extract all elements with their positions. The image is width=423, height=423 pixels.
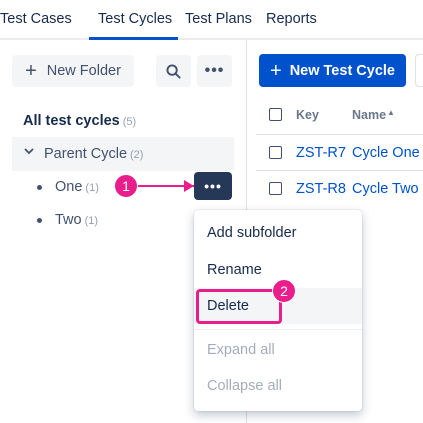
parent-cycle-count: (2) — [130, 149, 144, 161]
more-options-button[interactable]: ••• — [197, 55, 232, 87]
chevron-down-icon[interactable] — [24, 146, 34, 156]
all-test-cycles-count: (5) — [122, 116, 137, 128]
cycle-name-link[interactable]: Cycle Two — [352, 181, 419, 197]
delete-highlight-box — [196, 289, 282, 324]
folder-actions-button[interactable]: ••• — [194, 172, 232, 200]
sort-ascending-icon: ▲ — [387, 108, 395, 117]
tree-item-one-label[interactable]: One (1) — [55, 179, 99, 195]
more-icon: ••• — [204, 178, 222, 194]
tree-item-two-name: Two — [55, 212, 82, 228]
bullet-icon — [37, 218, 42, 223]
search-button[interactable] — [156, 55, 191, 87]
tab-test-cycles[interactable]: Test Cycles — [98, 11, 172, 27]
callout-badge-1: 1 — [114, 174, 138, 198]
tree-item-two-label[interactable]: Two (1) — [55, 212, 98, 228]
row-divider — [256, 170, 423, 171]
plus-icon: + — [25, 60, 37, 82]
active-tab-indicator — [89, 37, 178, 40]
search-icon — [166, 63, 181, 79]
column-header-name-label: Name — [352, 108, 387, 122]
tab-test-cases[interactable]: Test Cases — [0, 11, 72, 27]
all-test-cycles-item[interactable]: All test cycles (5) — [23, 113, 136, 129]
row-checkbox[interactable] — [269, 146, 282, 159]
more-icon: ••• — [204, 62, 225, 79]
all-test-cycles-label: All test cycles — [23, 113, 120, 129]
tab-bar: Test Cases Test Cycles Test Plans Report… — [0, 0, 423, 40]
parent-cycle-label: Parent Cycle (2) — [44, 146, 143, 162]
new-folder-button[interactable]: + New Folder — [12, 55, 134, 87]
tab-test-plans[interactable]: Test Plans — [185, 11, 252, 27]
toolbar-button-partial[interactable] — [415, 54, 423, 87]
menu-item-expand-all: Expand all — [207, 342, 275, 358]
new-folder-label: New Folder — [46, 63, 121, 79]
new-test-cycle-label: New Test Cycle — [289, 62, 395, 79]
tab-reports[interactable]: Reports — [266, 11, 317, 27]
row-divider — [256, 134, 423, 135]
column-header-name[interactable]: Name▲ — [352, 108, 395, 122]
cycle-key-link[interactable]: ZST-R8 — [296, 181, 346, 197]
row-checkbox[interactable] — [269, 182, 282, 195]
plus-icon: + — [270, 59, 282, 82]
tree-item-one-count: (1) — [85, 182, 99, 194]
column-header-key[interactable]: Key — [296, 108, 319, 122]
cycle-name-link[interactable]: Cycle One — [352, 145, 420, 161]
callout-badge-2: 2 — [272, 279, 296, 303]
tree-item-one-name: One — [55, 179, 83, 195]
parent-cycle-name: Parent Cycle — [44, 146, 128, 162]
menu-item-add-subfolder[interactable]: Add subfolder — [194, 215, 362, 251]
bullet-icon — [37, 185, 42, 190]
cycle-key-link[interactable]: ZST-R7 — [296, 145, 346, 161]
new-test-cycle-button[interactable]: + New Test Cycle — [259, 54, 406, 87]
annotation-arrow-head — [184, 180, 194, 192]
menu-divider — [194, 329, 362, 330]
tree-item-two-count: (1) — [84, 215, 99, 227]
select-all-checkbox[interactable] — [269, 108, 282, 121]
menu-item-collapse-all: Collapse all — [207, 378, 282, 394]
